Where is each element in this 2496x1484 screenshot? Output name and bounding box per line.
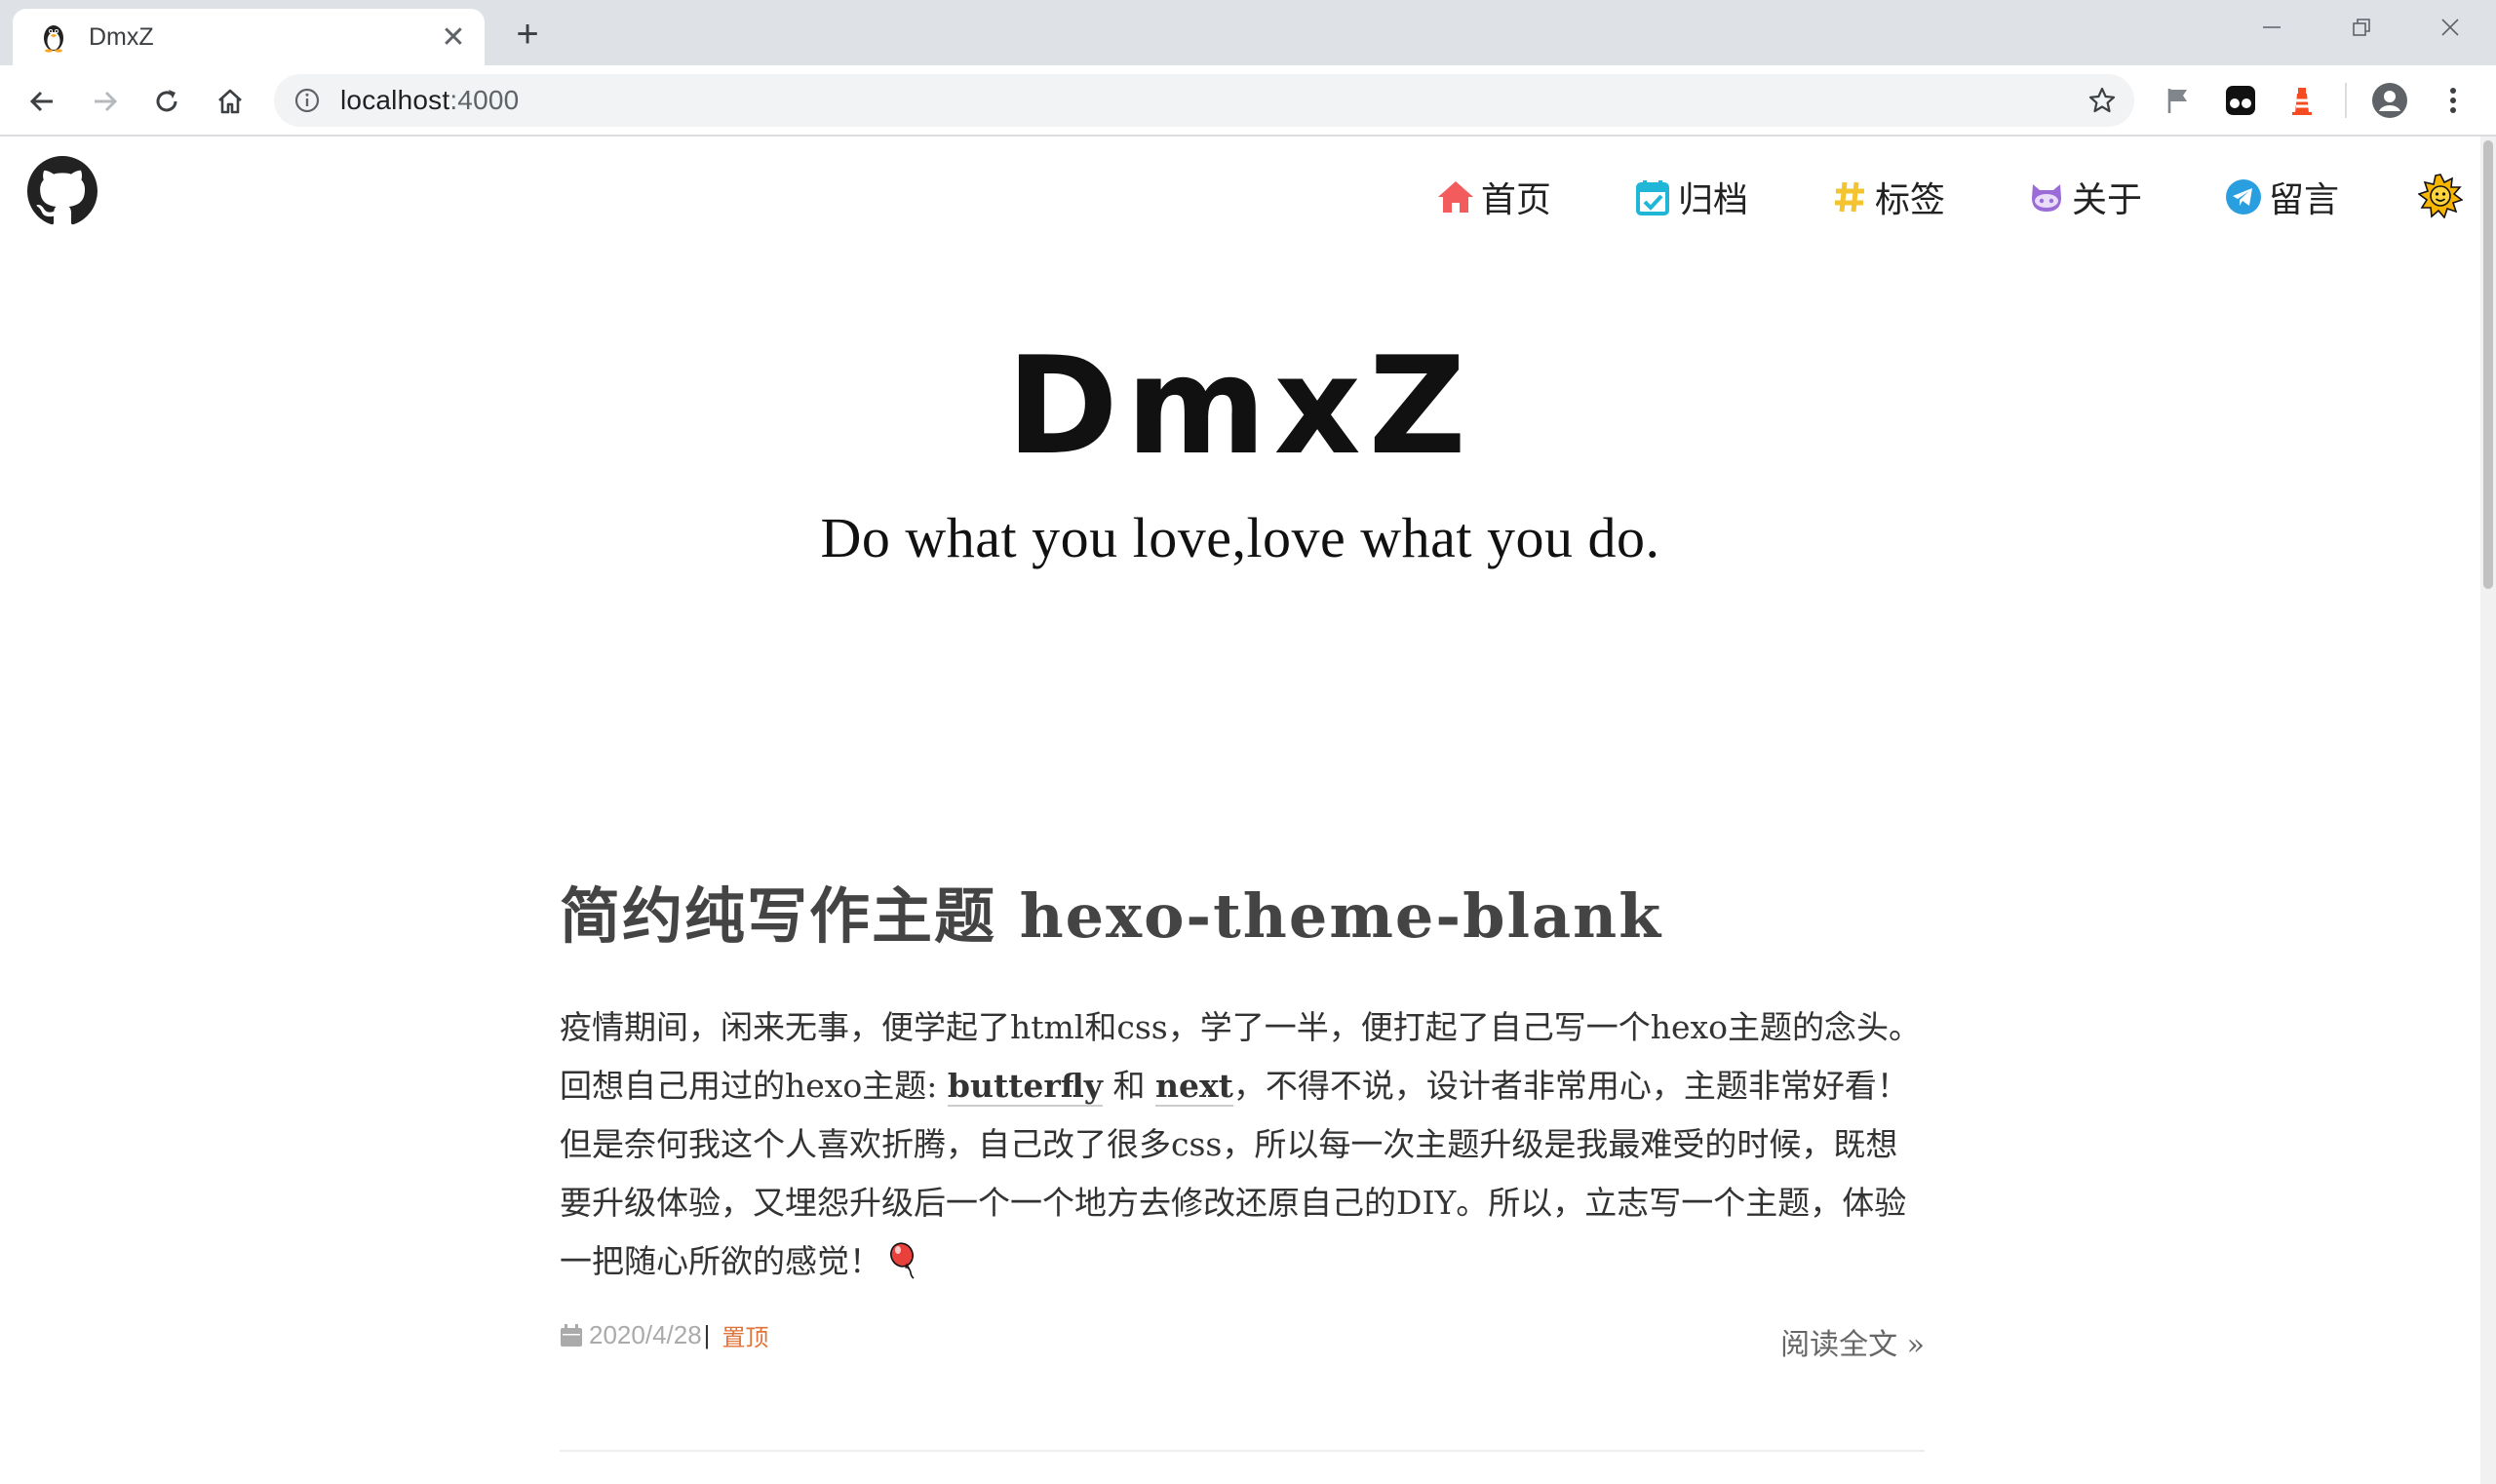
next-link[interactable]: next xyxy=(1154,1067,1233,1107)
meta-separator: | xyxy=(703,1320,711,1349)
post-meta-left: 2020/4/28 | 置顶 xyxy=(560,1318,768,1352)
calendar-icon xyxy=(561,1323,582,1347)
nav-archive[interactable]: 归档 xyxy=(1633,172,1748,222)
tab-title: DmxZ xyxy=(89,22,154,51)
home-icon[interactable] xyxy=(208,79,253,124)
close-window-icon[interactable] xyxy=(2406,0,2494,55)
pinned-badge: 置顶 xyxy=(722,1325,769,1351)
post-meta: 2020/4/28 | 置顶 阅读全文 » xyxy=(560,1312,1925,1363)
nav-tags[interactable]: 标签 xyxy=(1830,172,1945,222)
url-text[interactable]: localhost:4000 xyxy=(340,85,519,116)
penguin-favicon-icon xyxy=(44,25,63,53)
hashtag-icon xyxy=(1830,177,1869,216)
site-info-icon[interactable] xyxy=(293,87,321,114)
post-card: 简约纯写作主题 hexo-theme-blank 疫情期间，闲来无事，便学起了h… xyxy=(560,878,1925,1363)
forward-arrow-icon[interactable] xyxy=(83,79,128,124)
flag-extension-icon[interactable] xyxy=(2160,82,2197,119)
nav-guestbook-label: 留言 xyxy=(2268,180,2339,220)
read-more-link[interactable]: 阅读全文 » xyxy=(1780,1320,1925,1363)
profile-avatar-icon[interactable] xyxy=(2371,82,2408,119)
browser-tab[interactable]: DmxZ ✕ xyxy=(13,9,485,65)
butterfly-link[interactable]: butterfly xyxy=(947,1067,1103,1107)
reload-icon[interactable] xyxy=(144,79,189,124)
post-divider xyxy=(560,1450,1925,1452)
nav-home[interactable]: 首页 xyxy=(1436,172,1551,222)
tab-close-icon[interactable]: ✕ xyxy=(434,18,473,57)
toolbar-separator xyxy=(2345,83,2347,118)
post-date: 2020/4/28 xyxy=(589,1320,702,1349)
back-arrow-icon[interactable] xyxy=(20,79,64,124)
minimize-icon[interactable] xyxy=(2228,0,2316,55)
github-cat-icon xyxy=(2027,177,2066,216)
telegram-icon xyxy=(2224,177,2263,216)
new-tab-plus-icon[interactable]: + xyxy=(505,12,550,57)
address-bar[interactable]: localhost:4000 xyxy=(274,74,2134,127)
browser-toolbar: localhost:4000 xyxy=(0,65,2496,137)
nav-home-label: 首页 xyxy=(1480,180,1551,220)
page-scrollbar[interactable] xyxy=(2480,137,2496,1484)
balloon-emoji-icon xyxy=(890,1242,915,1279)
site-title: DmxZ xyxy=(1006,328,1474,485)
site-subtitle: Do what you love,love what you do. xyxy=(820,506,1660,569)
restore-icon[interactable] xyxy=(2318,0,2405,55)
github-icon[interactable] xyxy=(27,156,98,226)
post-title[interactable]: 简约纯写作主题 hexo-theme-blank xyxy=(560,878,1925,956)
calendar-check-icon xyxy=(1633,177,1672,216)
nav-about[interactable]: 关于 xyxy=(2027,172,2142,222)
lighthouse-extension-icon[interactable] xyxy=(2283,82,2320,119)
nav-guestbook[interactable]: 留言 xyxy=(2224,172,2339,222)
scrollbar-thumb[interactable] xyxy=(2483,140,2493,589)
nav-archive-label: 归档 xyxy=(1677,180,1748,220)
sun-theme-toggle-icon[interactable] xyxy=(2418,174,2463,218)
home-icon xyxy=(1436,177,1475,216)
post-excerpt: 疫情期间，闲来无事，便学起了html和css，学了一半，便打起了自己写一个hex… xyxy=(560,998,1925,1291)
kebab-menu-icon[interactable] xyxy=(2435,82,2472,119)
page-viewport: 首页 归档 标签 关于 留言 DmxZ Do what you love,lov… xyxy=(0,137,2480,1484)
tampermonkey-extension-icon[interactable] xyxy=(2222,82,2259,119)
nav-tags-label: 标签 xyxy=(1874,180,1945,220)
site-nav: 首页 归档 标签 关于 留言 xyxy=(1436,168,2339,226)
browser-tab-bar: DmxZ ✕ + xyxy=(0,0,2496,65)
nav-about-label: 关于 xyxy=(2071,180,2142,220)
bookmark-star-icon[interactable] xyxy=(2087,86,2117,115)
excerpt-and: 和 xyxy=(1102,1067,1155,1105)
